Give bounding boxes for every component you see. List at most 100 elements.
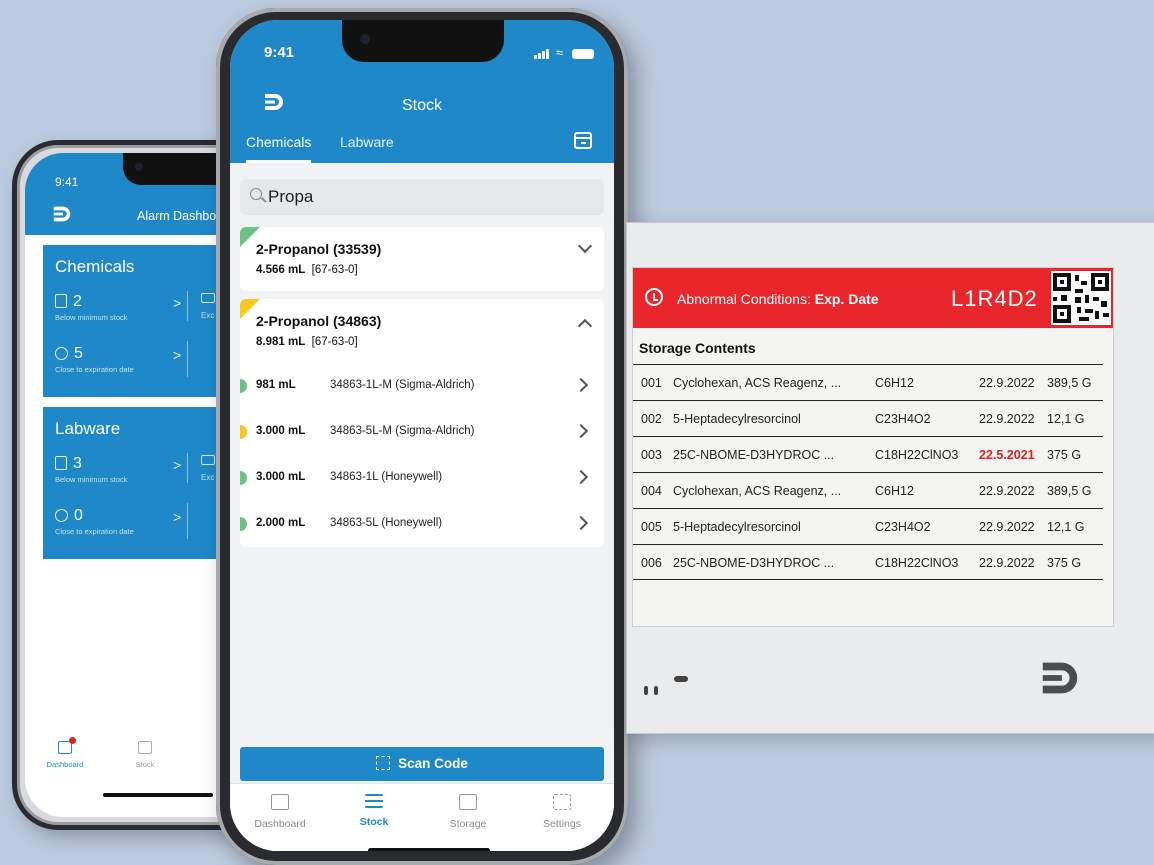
expiration-date: 22.9.2022 [979, 376, 1035, 390]
chemical-name: 5-Heptadecylresorcinol [673, 412, 801, 426]
chevron-right-icon: > [173, 295, 182, 311]
container-label: 34863-1L (Honeywell) [330, 471, 443, 483]
chemical-formula: C18H22ClNO3 [875, 448, 959, 462]
row-number: 005 [641, 520, 662, 534]
chemical-name: 5-Heptadecylresorcinol [673, 520, 801, 534]
search-value: Propa [268, 187, 314, 206]
warning-clock-icon [645, 288, 663, 306]
expiration-date: 22.9.2022 [979, 556, 1035, 570]
tab-label: Stock [359, 816, 389, 828]
status-time: 9:41 [264, 44, 295, 61]
tab-dashboard[interactable]: Dashboard [240, 794, 320, 830]
location-id: L1R4D2 [951, 286, 1038, 311]
list-icon [138, 741, 152, 754]
chemical-name: 25C-NBOME-D3HYDROC ... [673, 556, 835, 570]
tab-label: Dashboard [46, 760, 84, 769]
tab-dashboard[interactable]: Dashboard [35, 737, 95, 769]
search-icon [250, 188, 262, 200]
card-title: Chemicals [55, 257, 135, 276]
list-item[interactable]: 2-Propanol (33539) 4.566 mL [67-63-0] [240, 227, 604, 291]
button-label: Scan Code [398, 756, 468, 771]
row-label: Close to expiration date [55, 527, 134, 536]
tab-stock[interactable]: Stock [334, 794, 414, 828]
chevron-down-icon[interactable] [577, 238, 593, 254]
card-title: Labware [55, 419, 121, 438]
close-to-expiration-row[interactable]: 5 Close to expiration date > [55, 345, 225, 374]
table-row: 003 25C-NBOME-D3HYDROC ... C18H22ClNO3 2… [633, 436, 1103, 472]
fill-level-indicator [240, 471, 247, 485]
phone-device-icon [55, 294, 67, 308]
count-value: 2 [73, 293, 82, 310]
container-row[interactable]: 2.000 mL 34863-5L (Honeywell) [240, 503, 604, 547]
count-value: 5 [74, 345, 83, 362]
expiration-date: 22.9.2022 [979, 412, 1035, 426]
count-value: 3 [73, 455, 82, 472]
tab-stock[interactable]: Stock [115, 741, 175, 769]
tab-label: Stock [135, 760, 155, 769]
quantity: 375 G [1047, 556, 1082, 570]
container-row[interactable]: 3.000 mL 34863-1L (Honeywell) [240, 457, 604, 503]
tab-settings[interactable]: Settings [522, 794, 602, 830]
container-row[interactable]: 3.000 mL 34863-5L-M (Sigma-Aldrich) [240, 411, 604, 457]
card-divider [187, 503, 188, 539]
list-item[interactable]: 2-Propanol (34863) 8.981 mL [67-63-0] 98… [240, 299, 604, 547]
brand-logo-icon [1042, 662, 1078, 694]
close-to-expiration-row[interactable]: 0 Close to expiration date > [55, 507, 225, 536]
alert-prefix: Abnormal Conditions: [677, 291, 811, 307]
chemical-formula: C23H4O2 [875, 412, 931, 426]
below-min-stock-row[interactable]: 3 Below minimum stock > [55, 455, 225, 484]
container-amount: 2.000 mL [256, 517, 306, 529]
table-row: 005 5-Heptadecylresorcinol C23H4O2 22.9.… [633, 508, 1103, 544]
chemical-name: Cyclohexan, ACS Reagenz, ... [673, 484, 842, 498]
container-amount: 3.000 mL [256, 471, 306, 483]
card-right-icon [201, 293, 215, 303]
clock-icon [55, 509, 68, 522]
tab-bar: Dashboard Stock Storage Settings [230, 783, 614, 851]
chemical-formula: C23H4O2 [875, 520, 931, 534]
battery-icon [572, 49, 594, 59]
row-number: 002 [641, 412, 662, 426]
chevron-up-icon[interactable] [577, 318, 593, 334]
below-min-stock-row[interactable]: 2 Below minimum stock > [55, 293, 225, 322]
tab-storage[interactable]: Storage [428, 794, 508, 830]
qr-scan-icon [376, 756, 391, 770]
fill-level-indicator [240, 379, 247, 393]
expiration-date: 22.9.2022 [979, 520, 1035, 534]
notch [342, 20, 504, 62]
tab-labware[interactable]: Labware [340, 134, 394, 150]
table-row: 002 5-Heptadecylresorcinol C23H4O2 22.9.… [633, 400, 1103, 436]
row-number: 006 [641, 556, 662, 570]
chevron-right-icon: > [173, 509, 182, 525]
list-icon [365, 794, 383, 808]
section-title: Storage Contents [639, 340, 756, 356]
container-row[interactable]: 981 mL 34863-1L-M (Sigma-Aldrich) [240, 365, 604, 411]
container-amount: 3.000 mL [256, 425, 306, 437]
search-input[interactable]: Propa [240, 179, 604, 215]
quantity: 389,5 G [1047, 484, 1092, 498]
chart-icon [58, 737, 76, 754]
qr-code-icon [1051, 271, 1111, 325]
chevron-right-icon: > [173, 347, 182, 363]
fill-level-indicator [240, 517, 247, 531]
item-details: 8.981 mL [67-63-0] [256, 336, 358, 348]
chevron-right-icon [573, 377, 589, 393]
container-label: 34863-5L-M (Sigma-Aldrich) [330, 425, 475, 437]
quantity: 12,1 G [1047, 520, 1085, 534]
container-label: 34863-5L (Honeywell) [330, 517, 443, 529]
labware-alarm-card[interactable]: Labware 3 Below minimum stock > 0 Close … [43, 407, 243, 559]
chemicals-alarm-card[interactable]: Chemicals 2 Below minimum stock > 5 Clos… [43, 245, 243, 397]
container-amount: 981 mL [256, 379, 296, 391]
table-row: 004 Cyclohexan, ACS Reagenz, ... C6H12 2… [633, 472, 1103, 508]
home-indicator [368, 848, 490, 851]
chemical-formula: C6H12 [875, 376, 914, 390]
expiration-date: 22.9.2022 [979, 484, 1035, 498]
archive-icon[interactable] [574, 132, 592, 149]
quantity: 375 G [1047, 448, 1082, 462]
phone-device-icon [55, 456, 67, 470]
card-divider [187, 453, 188, 483]
scan-code-button[interactable]: Scan Code [240, 747, 604, 781]
page-title: Stock [401, 97, 442, 114]
tab-chemicals[interactable]: Chemicals [246, 134, 312, 163]
table-row: 006 25C-NBOME-D3HYDROC ... C18H22ClNO3 2… [633, 544, 1103, 580]
chevron-right-icon [573, 423, 589, 439]
